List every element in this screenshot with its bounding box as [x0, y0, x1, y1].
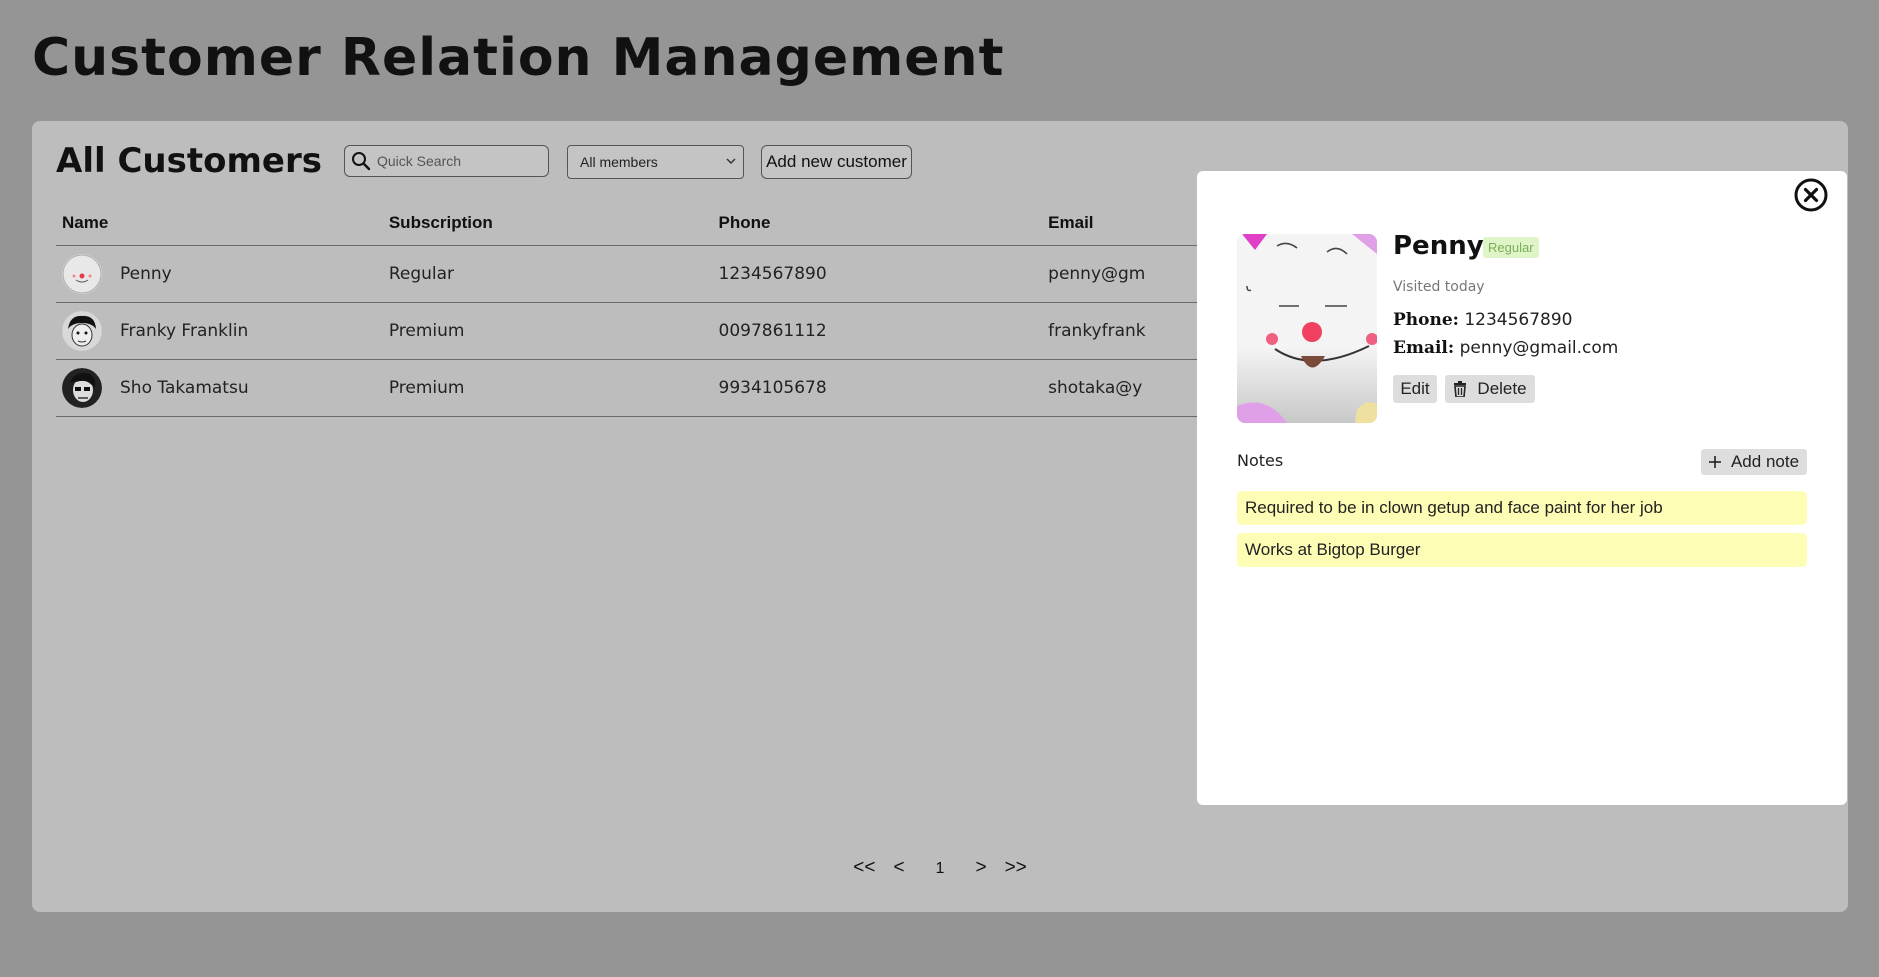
- customers-table: Name Subscription Phone Email Penny Regu…: [56, 201, 1236, 417]
- table-row[interactable]: Penny Regular 1234567890 penny@gm: [56, 246, 1236, 303]
- avatar: [62, 311, 102, 351]
- notes-label: Notes: [1237, 451, 1284, 470]
- name-cell: Penny: [56, 254, 389, 294]
- customer-name: Sho Takamatsu: [120, 378, 249, 398]
- name-cell: Franky Franklin: [56, 311, 389, 351]
- add-customer-button[interactable]: Add new customer: [761, 145, 912, 179]
- next-page-button[interactable]: >: [966, 857, 995, 879]
- note-item[interactable]: Works at Bigtop Burger: [1237, 533, 1807, 567]
- app-title: Customer Relation Management: [32, 28, 1005, 88]
- email-label: Email:: [1393, 338, 1455, 358]
- subscription-cell: Regular: [388, 264, 455, 284]
- edit-button[interactable]: Edit: [1393, 375, 1437, 403]
- search-input[interactable]: [375, 152, 549, 170]
- subscription-cell: Premium: [388, 321, 465, 341]
- customer-name-heading: Penny: [1393, 231, 1484, 261]
- member-filter-select[interactable]: All members: [567, 145, 744, 179]
- last-page-button[interactable]: >>: [996, 857, 1036, 879]
- email-line: Email: penny@gmail.com: [1393, 338, 1618, 358]
- subscription-badge: Regular: [1483, 237, 1539, 258]
- add-note-button[interactable]: Add note: [1701, 449, 1807, 475]
- customer-detail-modal: Penny Regular Visited today Phone: 12345…: [1197, 171, 1847, 805]
- first-page-button[interactable]: <<: [844, 857, 884, 879]
- table-row[interactable]: Sho Takamatsu Premium 9934105678 shotaka…: [56, 360, 1236, 417]
- current-page[interactable]: 1: [914, 860, 967, 879]
- search-box[interactable]: [344, 145, 549, 177]
- chevron-down-icon: [726, 158, 736, 165]
- table-header: Name Subscription Phone Email: [56, 201, 1236, 246]
- delete-label: Delete: [1477, 379, 1527, 398]
- customer-name: Penny: [120, 264, 172, 284]
- phone-value: 1234567890: [1464, 310, 1573, 330]
- avatar: [62, 254, 102, 294]
- customer-name: Franky Franklin: [120, 321, 249, 341]
- trash-icon: [1454, 381, 1467, 397]
- prev-page-button[interactable]: <: [884, 857, 913, 879]
- subscription-cell: Premium: [388, 378, 465, 398]
- phone-line: Phone: 1234567890: [1393, 310, 1573, 330]
- phone-cell: 1234567890: [718, 264, 827, 284]
- note-item[interactable]: Required to be in clown getup and face p…: [1237, 491, 1807, 525]
- column-header-phone[interactable]: Phone: [719, 213, 1049, 233]
- pagination: << < 1 > >>: [32, 857, 1848, 879]
- plus-icon: [1708, 456, 1721, 468]
- email-value: penny@gmail.com: [1459, 338, 1619, 358]
- page-title: All Customers: [56, 141, 322, 181]
- delete-button[interactable]: Delete: [1445, 375, 1535, 403]
- customer-photo: [1237, 234, 1377, 423]
- column-header-name[interactable]: Name: [56, 213, 389, 233]
- phone-cell: 9934105678: [718, 378, 827, 398]
- search-icon: [352, 152, 371, 171]
- phone-cell: 0097861112: [718, 321, 827, 341]
- name-cell: Sho Takamatsu: [56, 368, 389, 408]
- add-note-label: Add note: [1730, 452, 1800, 471]
- close-icon[interactable]: [1793, 177, 1829, 213]
- column-header-subscription[interactable]: Subscription: [389, 213, 719, 233]
- phone-label: Phone:: [1393, 310, 1459, 330]
- avatar: [62, 368, 102, 408]
- table-row[interactable]: Franky Franklin Premium 0097861112 frank…: [56, 303, 1236, 360]
- visited-status: Visited today: [1393, 279, 1485, 295]
- member-filter-value: All members: [580, 154, 658, 170]
